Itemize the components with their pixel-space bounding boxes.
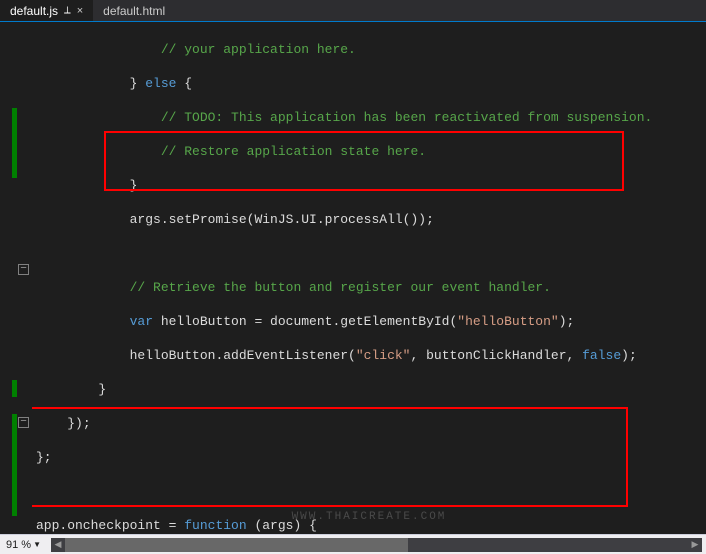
code-text: (args) {: [247, 518, 317, 533]
change-marker: [12, 108, 17, 178]
dropdown-icon: ▼: [33, 540, 41, 549]
code-comment: // TODO: This application has been react…: [161, 110, 652, 125]
status-bar: 91 % ▼ ◀ ▶: [0, 534, 706, 554]
scroll-right-arrow-icon[interactable]: ▶: [688, 538, 702, 552]
change-marker: [12, 380, 17, 397]
outline-gutter: [0, 22, 12, 534]
pin-icon[interactable]: ⟂: [64, 5, 71, 16]
code-area[interactable]: // your application here. } else { // TO…: [32, 22, 706, 534]
scroll-thumb[interactable]: [65, 538, 408, 552]
tab-label: default.html: [103, 4, 165, 18]
scroll-left-arrow-icon[interactable]: ◀: [51, 538, 65, 552]
code-comment: // Restore application state here.: [161, 144, 426, 159]
tab-bar: default.js ⟂ × default.html: [0, 0, 706, 22]
code-text: , buttonClickHandler,: [410, 348, 582, 363]
code-comment: // Retrieve the button and register our …: [130, 280, 551, 295]
code-text: }: [130, 76, 146, 91]
tab-label: default.js: [10, 4, 58, 18]
code-text: {: [176, 76, 192, 91]
code-keyword: var: [130, 314, 153, 329]
code-text: }: [98, 382, 106, 397]
tab-default-html[interactable]: default.html: [93, 0, 175, 21]
zoom-value: 91 %: [6, 539, 31, 551]
code-text: }: [130, 178, 138, 193]
fold-collapse-icon[interactable]: −: [18, 417, 29, 428]
code-text: args.setPromise(WinJS.UI.processAll());: [130, 212, 434, 227]
code-text: );: [559, 314, 575, 329]
code-text: };: [36, 450, 52, 465]
code-text: app.oncheckpoint =: [36, 518, 184, 533]
code-string: "helloButton": [457, 314, 558, 329]
code-text: );: [621, 348, 637, 363]
code-text: });: [67, 416, 90, 431]
code-text: helloButton.addEventListener(: [130, 348, 356, 363]
code-text: helloButton = document.getElementById(: [153, 314, 457, 329]
tab-default-js[interactable]: default.js ⟂ ×: [0, 0, 93, 21]
code-keyword: false: [582, 348, 621, 363]
horizontal-scrollbar[interactable]: ◀ ▶: [51, 538, 702, 552]
code-keyword: else: [145, 76, 176, 91]
fold-collapse-icon[interactable]: −: [18, 264, 29, 275]
zoom-level[interactable]: 91 % ▼: [0, 539, 47, 551]
change-marker: [12, 414, 17, 516]
fold-gutter: − −: [18, 22, 32, 534]
code-keyword: function: [184, 518, 246, 533]
close-icon[interactable]: ×: [77, 5, 83, 17]
code-editor[interactable]: − − // your application here. } else { /…: [0, 22, 706, 534]
scroll-track[interactable]: [65, 538, 688, 552]
code-comment: // your application here.: [161, 42, 356, 57]
code-string: "click": [356, 348, 411, 363]
